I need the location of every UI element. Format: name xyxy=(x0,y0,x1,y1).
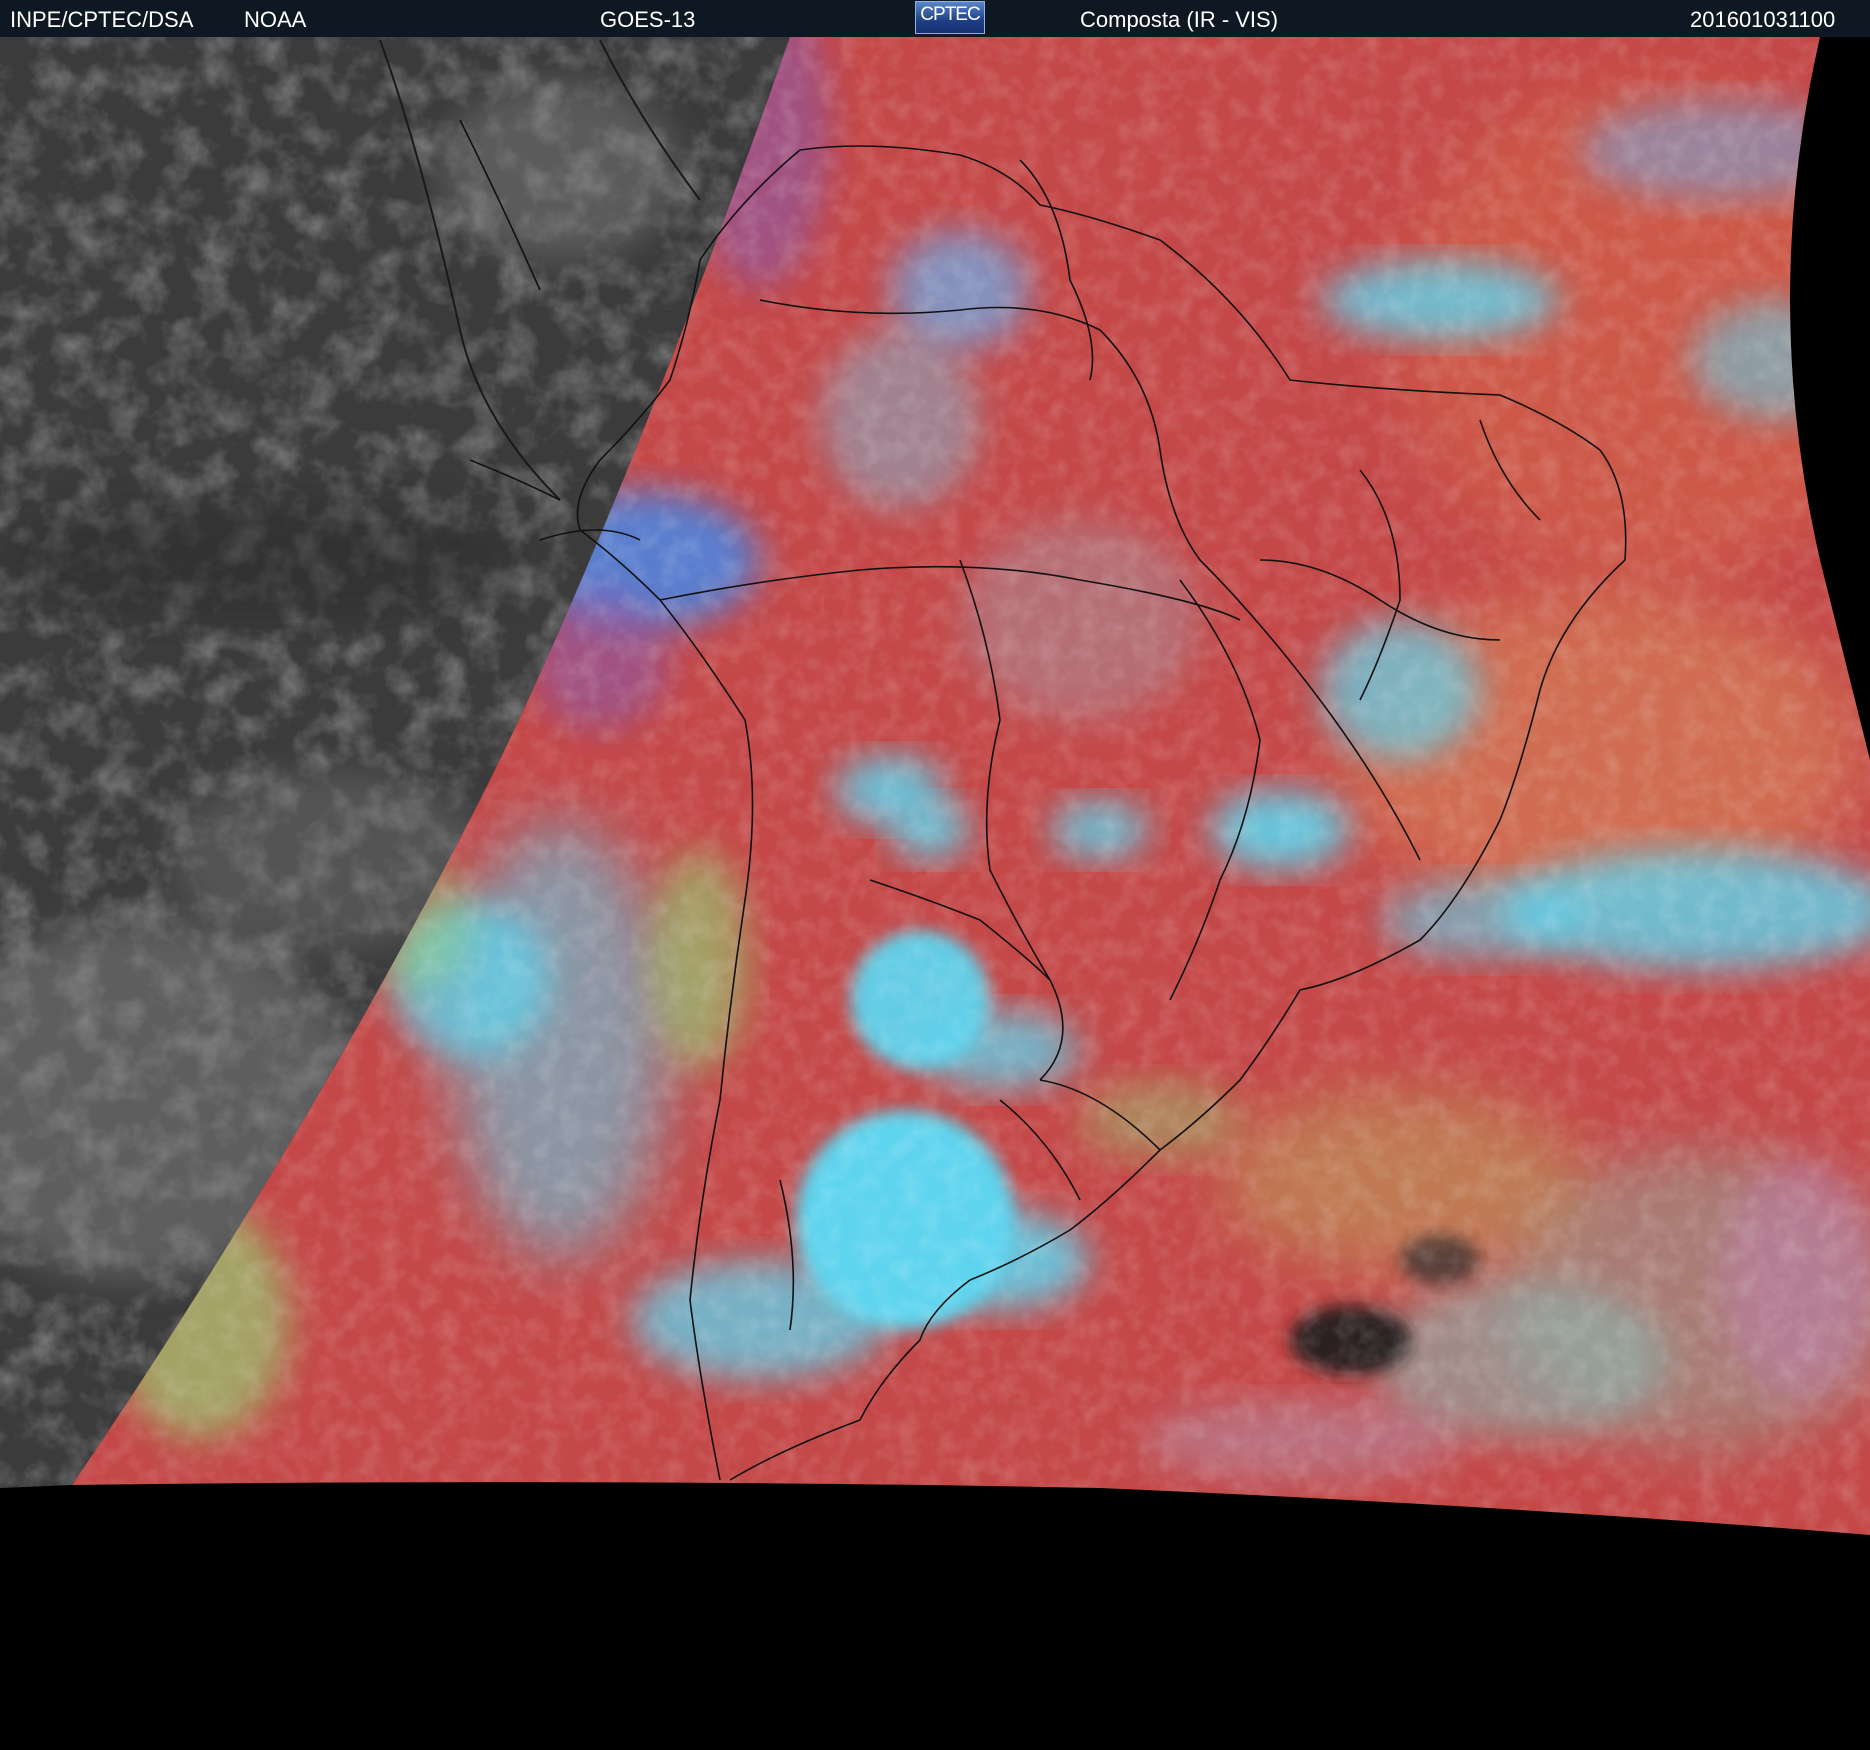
timestamp-label: 201601031100 xyxy=(1690,7,1836,32)
org-label: INPE/CPTEC/DSA xyxy=(10,7,194,32)
satellite-composite-map xyxy=(0,37,1870,1750)
cptec-logo: CPTEC xyxy=(915,1,985,34)
cptec-logo-text: CPTEC xyxy=(920,4,980,25)
satellite-label: GOES-13 xyxy=(600,7,696,32)
product-label: Composta (IR - VIS) xyxy=(1080,7,1279,32)
agency-label: NOAA xyxy=(244,7,307,32)
image-header: INPE/CPTEC/DSA NOAA GOES-13 CPTEC Compos… xyxy=(0,0,1870,37)
